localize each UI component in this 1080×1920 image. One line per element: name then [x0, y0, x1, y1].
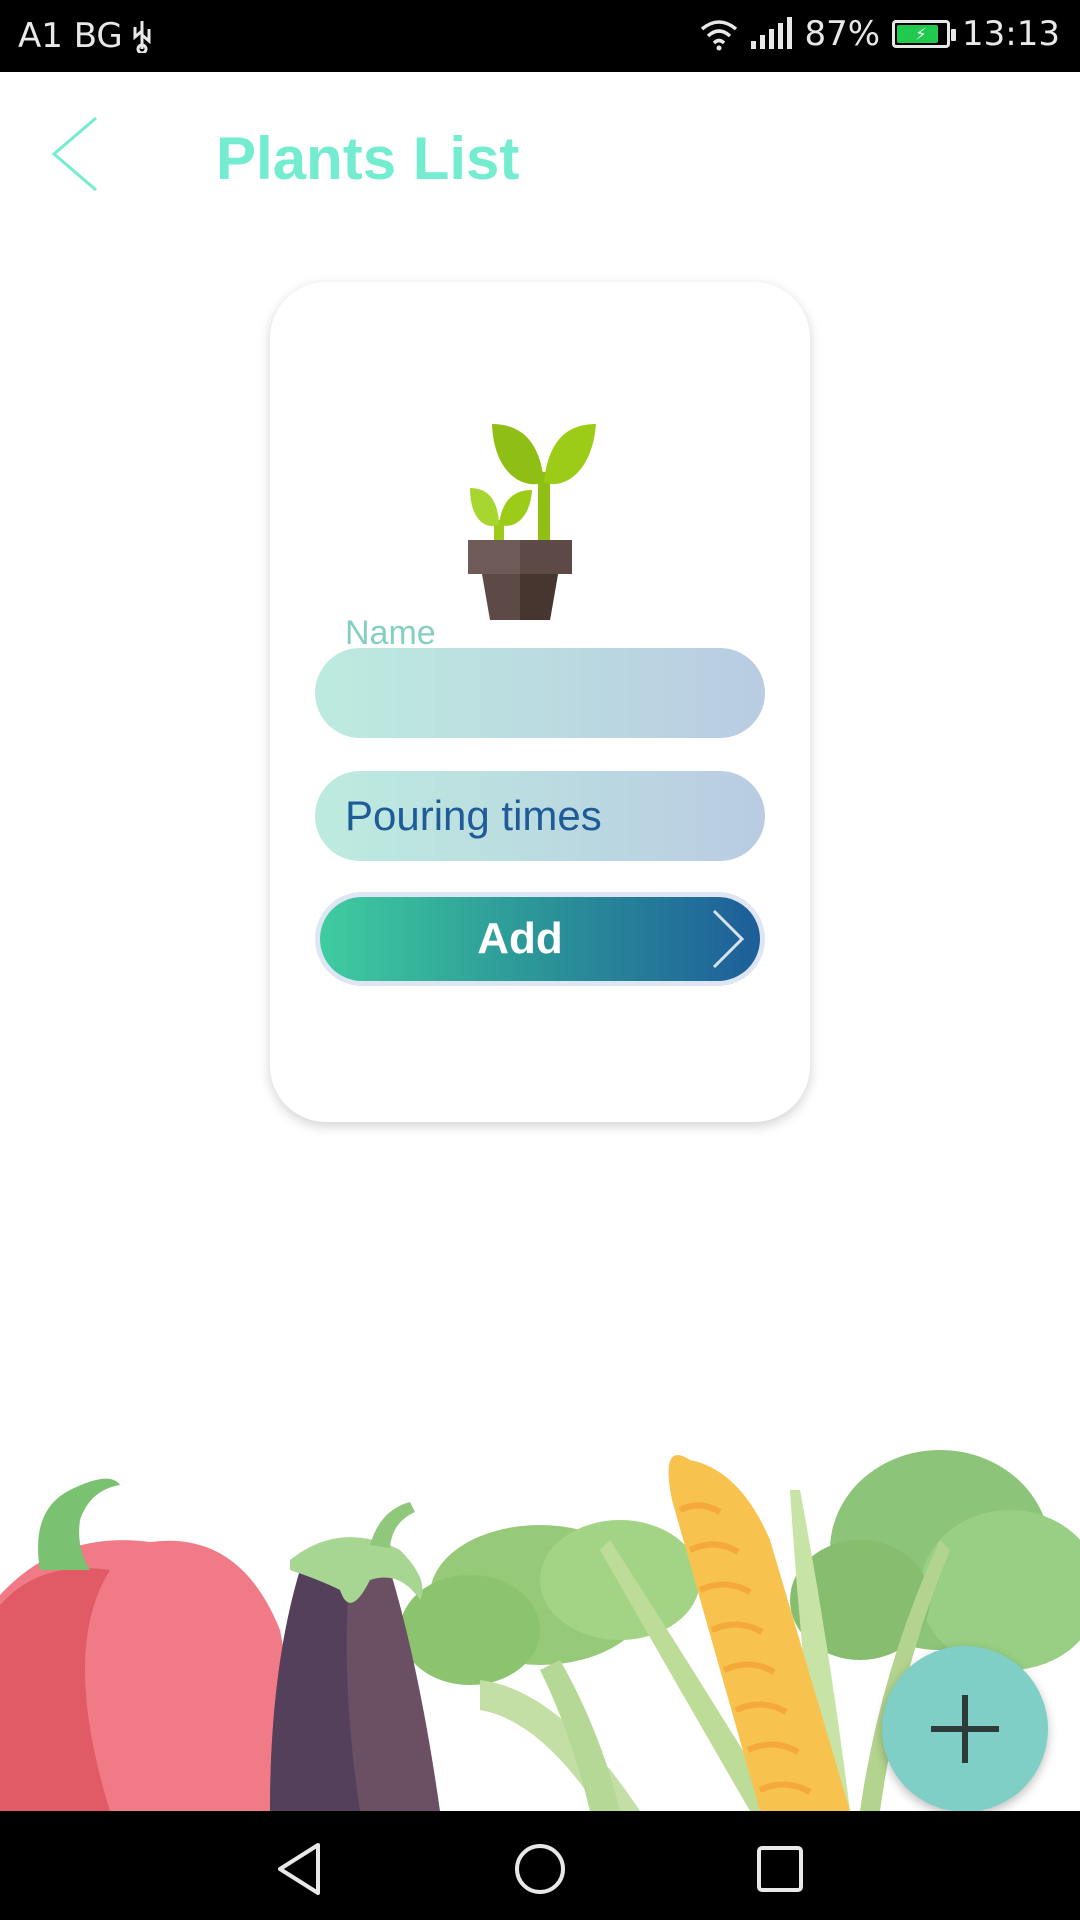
status-time: 13:13	[962, 14, 1060, 54]
nav-recents-button[interactable]	[752, 1841, 808, 1897]
triangle-back-icon	[278, 1843, 320, 1895]
signal-icon	[751, 17, 793, 49]
plus-icon	[931, 1695, 999, 1763]
status-left: A1 BG	[18, 16, 153, 56]
add-plant-fab[interactable]	[882, 1646, 1048, 1812]
battery-percent: 87%	[804, 14, 881, 54]
system-nav-bar	[0, 1811, 1080, 1920]
add-plant-card: Name Add	[270, 282, 810, 1122]
app-header: Plants List	[0, 72, 1080, 242]
page-title: Plants List	[216, 125, 520, 192]
carrier-label: A1 BG	[18, 16, 123, 56]
wifi-icon	[701, 20, 738, 51]
square-recents-icon	[757, 1846, 803, 1892]
status-bar: A1 BG 87% ⚡ 13:13	[0, 0, 1080, 72]
nav-home-button[interactable]	[512, 1841, 568, 1897]
add-button-label: Add	[477, 914, 563, 963]
add-button-body: Add	[320, 897, 760, 981]
chevron-right-icon	[712, 909, 745, 969]
add-button[interactable]: Add	[315, 892, 765, 986]
nav-back-button[interactable]	[272, 1841, 328, 1897]
pouring-times-input[interactable]	[315, 771, 765, 861]
charging-bolt-icon: ⚡	[915, 24, 927, 44]
potted-plant-icon	[468, 424, 596, 620]
name-input[interactable]	[315, 648, 765, 738]
chevron-left-icon	[51, 116, 97, 192]
usb-icon	[133, 21, 151, 53]
battery-icon: ⚡	[892, 20, 957, 48]
circle-home-icon	[515, 1844, 565, 1894]
status-right: 87% ⚡ 13:13	[699, 14, 1060, 54]
back-button[interactable]	[48, 114, 128, 214]
